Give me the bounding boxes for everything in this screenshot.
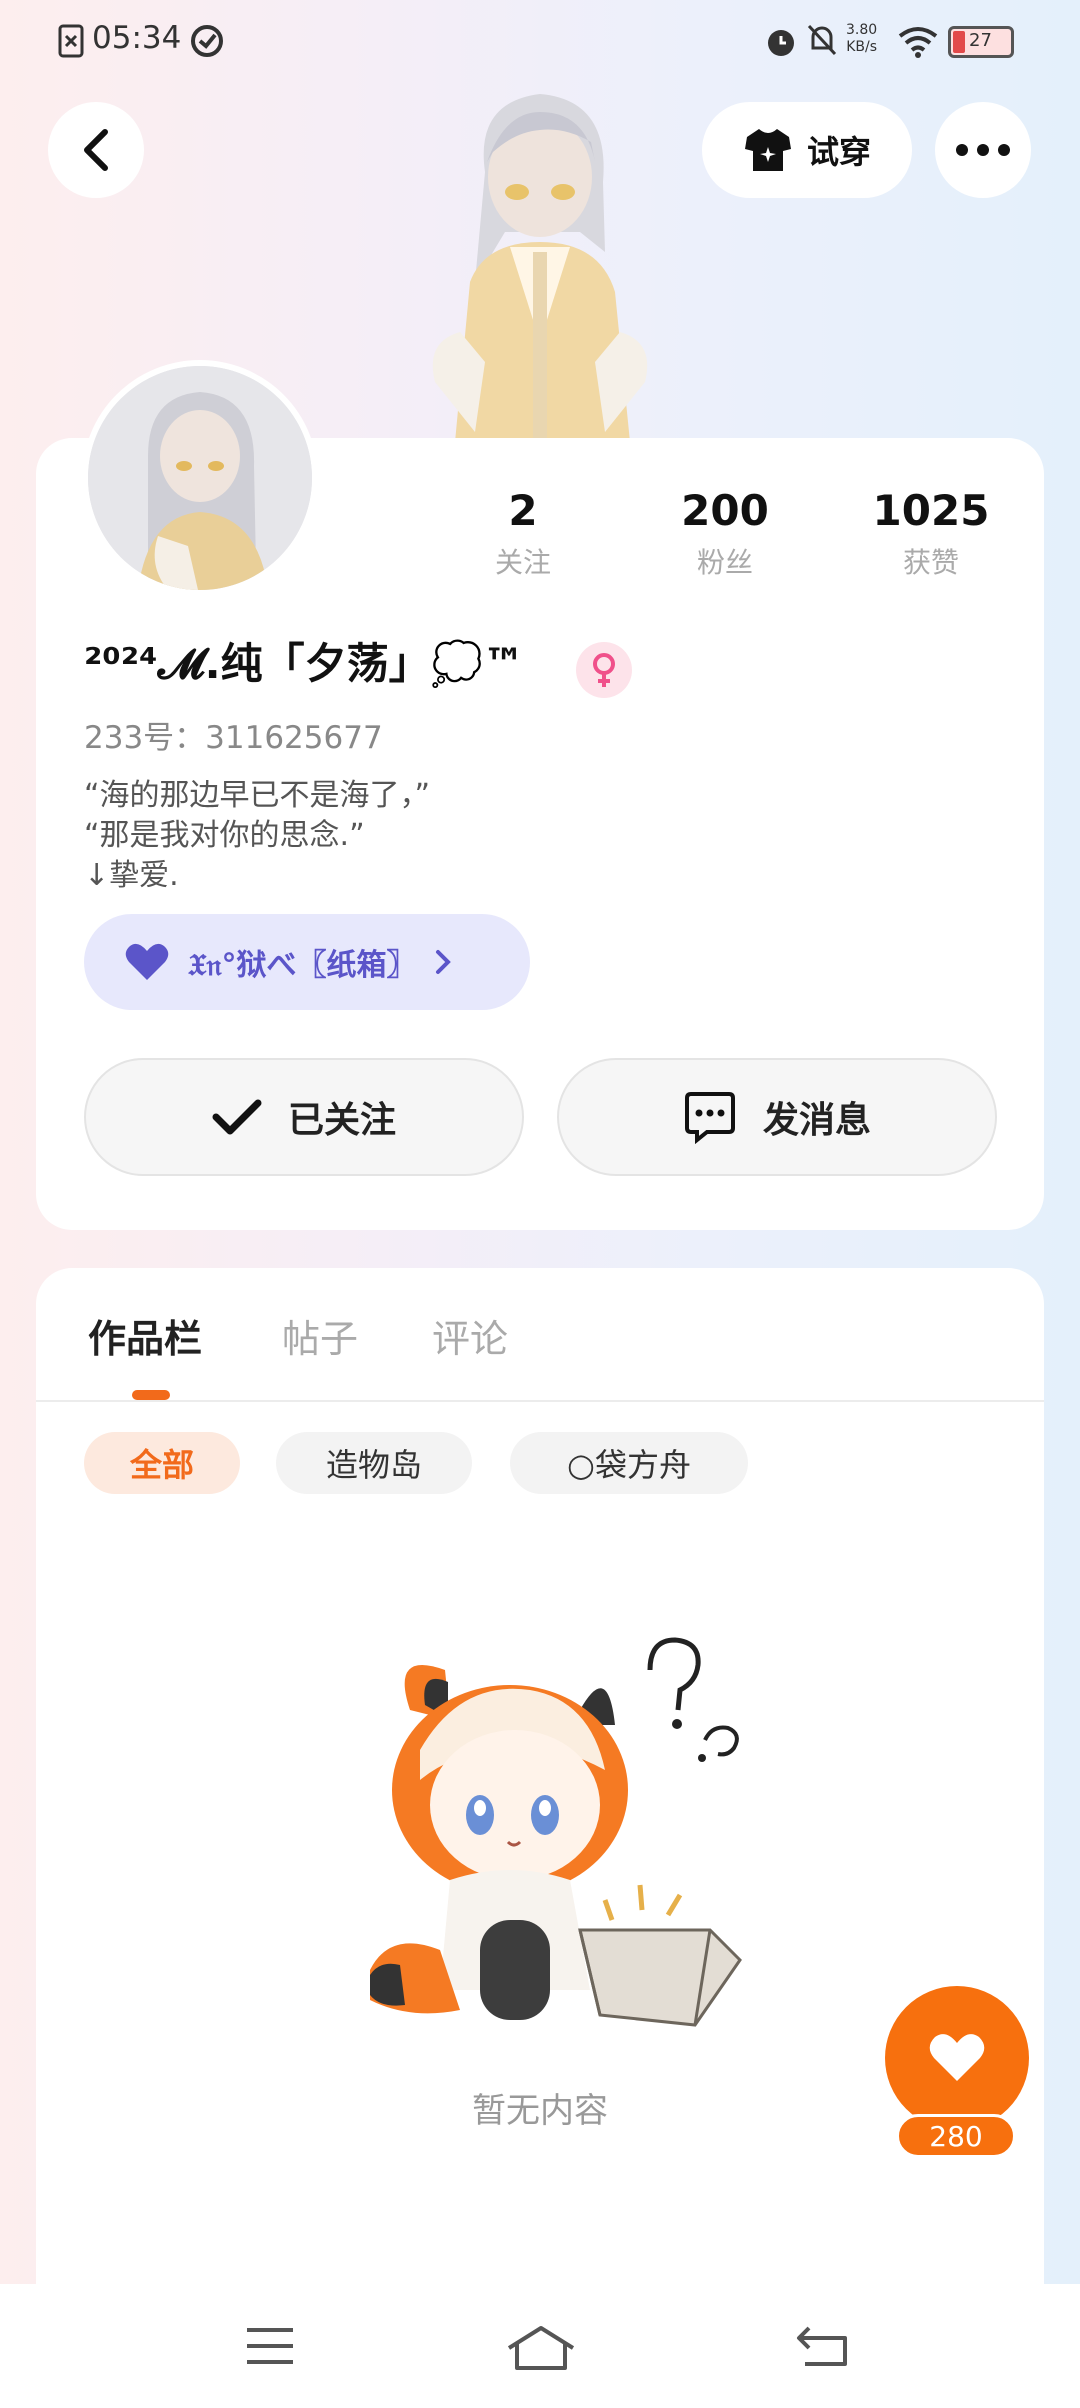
following-button[interactable]: 已关注: [84, 1058, 524, 1176]
heart-icon: [929, 2034, 985, 2081]
wifi-icon: [898, 27, 938, 58]
net-speed-unit: KB/s: [846, 39, 877, 55]
home-icon[interactable]: [505, 2322, 577, 2372]
chat-bubble-icon: [684, 1092, 735, 1144]
avatar[interactable]: [82, 360, 318, 596]
send-message-button[interactable]: 发消息: [557, 1058, 997, 1176]
tab-comments[interactable]: 评论: [432, 1308, 508, 1363]
battery-icon: 27: [948, 26, 1014, 58]
more-dots-icon: [956, 144, 1010, 156]
menu-icon[interactable]: [243, 2322, 297, 2370]
try-on-button[interactable]: 试穿: [702, 102, 912, 198]
group-link[interactable]: 𝔛𝔫°狱べ〖纸箱〗: [84, 914, 530, 1010]
bio-line: ↓挚爱.: [84, 858, 179, 893]
tab-posts[interactable]: 帖子: [282, 1308, 358, 1363]
more-options-button[interactable]: [935, 102, 1031, 198]
bell-muted-icon: [807, 24, 837, 56]
like-button[interactable]: [885, 1986, 1029, 2130]
empty-state-illustration: [370, 1637, 742, 2027]
group-label: 𝔛𝔫°狱べ〖纸箱〗: [188, 948, 417, 983]
filter-ark[interactable]: ○袋方舟: [510, 1432, 748, 1494]
status-time: 05:34: [92, 20, 182, 56]
like-count: 280: [896, 2114, 1016, 2158]
tab-divider: [36, 1400, 1044, 1402]
gender-female-icon: [576, 642, 632, 698]
stat-likes-label: 获赞: [902, 546, 959, 579]
filter-creation-island[interactable]: 造物岛: [276, 1432, 472, 1494]
alarm-icon: [768, 30, 794, 56]
avatar-figure-illustration: [432, 94, 648, 442]
stat-following-label: 关注: [494, 546, 551, 579]
stat-likes-value: 1025: [872, 486, 990, 535]
send-message-label: 发消息: [762, 1100, 871, 1141]
filter-all[interactable]: 全部: [84, 1432, 240, 1494]
sim-status-icon: [58, 24, 84, 58]
tab-works[interactable]: 作品栏: [88, 1308, 202, 1363]
user-id: 233号：311625677: [84, 720, 383, 756]
battery-fill: [953, 31, 965, 53]
checkmark-circle-icon: [191, 25, 223, 57]
chevron-left-icon: [84, 129, 108, 171]
avatar-figure-icon: [88, 366, 312, 590]
stat-likes[interactable]: 1025 获赞: [851, 486, 1011, 581]
stat-following-value: 2: [508, 486, 538, 535]
net-speed: 3.80 KB/s: [846, 22, 877, 56]
stat-following[interactable]: 2 关注: [443, 486, 603, 581]
bio-line: “那是我对你的思念.”: [84, 818, 365, 853]
nickname: ²⁰²⁴𝓜.纯「夕荡」💭™: [84, 639, 525, 688]
status-bar: 05:34 3.80 KB/s 27: [0, 0, 1080, 84]
chevron-right-icon: [436, 950, 452, 974]
stat-followers[interactable]: 200 粉丝: [645, 486, 805, 581]
net-speed-value: 3.80: [846, 22, 878, 38]
back-button[interactable]: [48, 102, 144, 198]
heart-icon: [125, 943, 169, 980]
stat-followers-value: 200: [681, 486, 769, 535]
following-label: 已关注: [287, 1100, 396, 1141]
stat-followers-label: 粉丝: [696, 546, 753, 579]
bio-line: “海的那边早已不是海了，”: [84, 778, 431, 813]
checkmark-icon: [212, 1099, 262, 1135]
tab-indicator: [132, 1390, 170, 1400]
try-on-label: 试穿: [806, 133, 871, 171]
back-nav-icon[interactable]: [795, 2322, 851, 2370]
system-nav-bar: [0, 2284, 1080, 2408]
tshirt-icon: [744, 129, 791, 171]
battery-level: 27: [969, 30, 992, 51]
